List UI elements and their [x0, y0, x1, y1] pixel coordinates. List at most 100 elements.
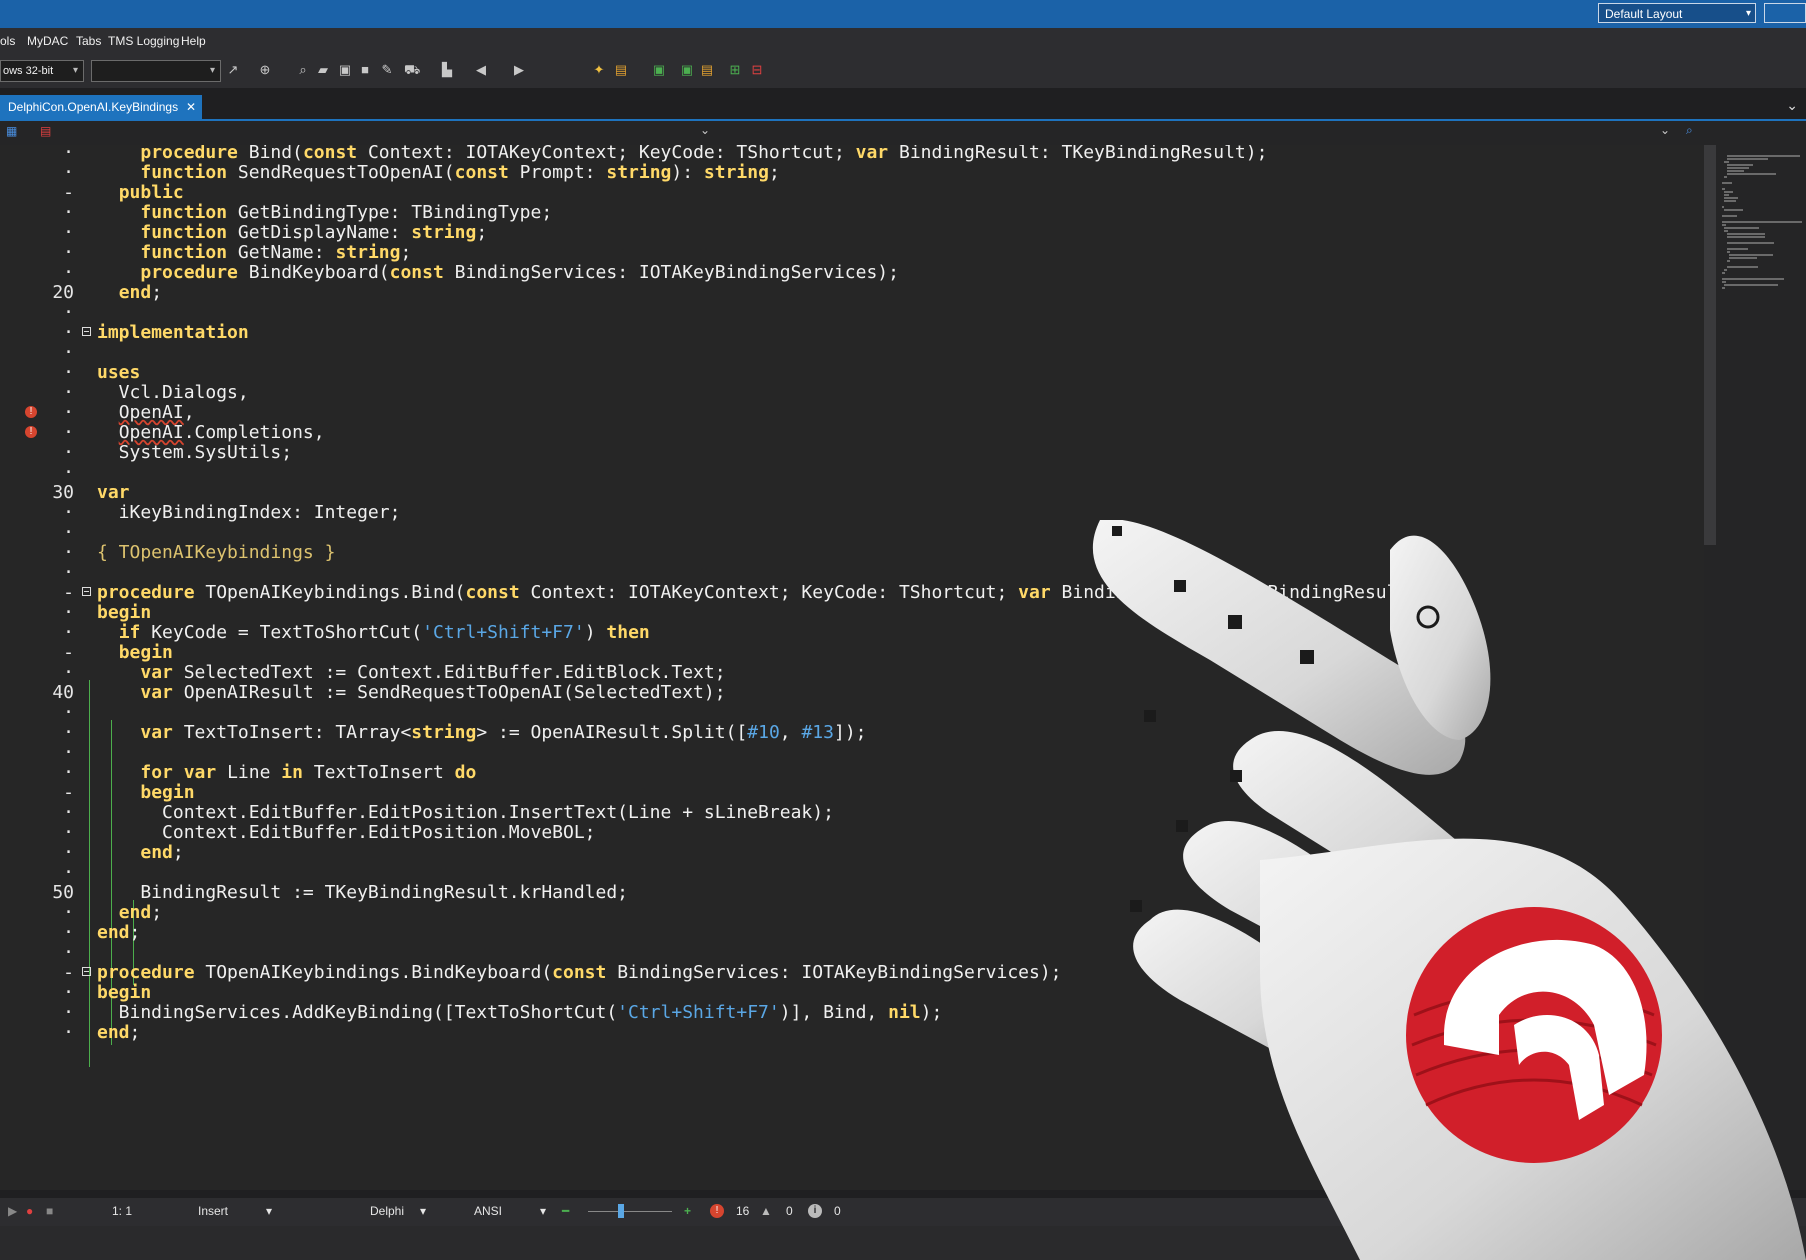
menu-help[interactable]: Help: [181, 34, 206, 48]
minimap-line: [1724, 176, 1728, 178]
minimap-line: [1726, 167, 1750, 169]
minimap-line: [1722, 224, 1726, 226]
layout-select-value: Default Layout: [1605, 7, 1683, 21]
zoom-slider[interactable]: [588, 1211, 672, 1212]
close-icon[interactable]: ✕: [186, 95, 196, 119]
warning-count: 0: [786, 1204, 793, 1218]
chevron-down-icon[interactable]: ▾: [420, 1204, 426, 1218]
chevron-down-icon: ▾: [209, 65, 215, 76]
minimap-line: [1722, 281, 1726, 283]
chevron-down-icon[interactable]: ⌄: [1660, 123, 1670, 137]
chevron-down-icon: ▾: [72, 65, 78, 76]
editor-toolbar: ▦ ▤ ⌄ ⌄ ⌕: [0, 121, 1806, 145]
chevron-down-icon[interactable]: ⌄: [700, 123, 710, 137]
config-combo[interactable]: ▾: [91, 60, 221, 82]
stop-icon[interactable]: ■: [358, 63, 372, 77]
minimap-line: [1722, 188, 1725, 190]
title-bar-button[interactable]: [1764, 3, 1806, 23]
error-count: 16: [736, 1204, 750, 1218]
tab-keybindings[interactable]: DelphiCon.OpenAI.KeyBindings ✕: [0, 95, 203, 119]
edit-mode[interactable]: Insert: [198, 1204, 228, 1218]
chevron-down-icon: ▾: [1745, 8, 1751, 19]
cursor-icon[interactable]: ↗: [226, 63, 240, 77]
zoom-slider-thumb[interactable]: [618, 1204, 624, 1218]
minimap-line: [1726, 173, 1776, 175]
add-to-project-icon[interactable]: ⊞: [728, 63, 742, 77]
minimap-line: [1722, 221, 1802, 223]
zoom-out-icon[interactable]: ━: [562, 1204, 569, 1218]
minimap-line: [1726, 233, 1765, 235]
stop-icon[interactable]: ■: [46, 1204, 53, 1218]
minimap-line: [1726, 164, 1754, 166]
record-icon[interactable]: ●: [26, 1204, 33, 1218]
layout-select[interactable]: Default Layout ▾: [1598, 3, 1756, 23]
minimap-line: [1722, 182, 1732, 184]
run-icon[interactable]: ▶: [8, 1204, 17, 1218]
minimap-line: [1722, 272, 1725, 274]
menu-tabs[interactable]: Tabs: [76, 34, 101, 48]
minimap-line: [1726, 236, 1765, 238]
chevron-down-icon[interactable]: ⌄: [1786, 97, 1798, 114]
code-text: end;: [97, 1022, 141, 1043]
minimap-line: [1724, 191, 1733, 193]
brush-icon[interactable]: ✎: [380, 63, 394, 77]
back-arrow-icon[interactable]: ◀: [474, 63, 488, 77]
chevron-down-icon[interactable]: ▾: [266, 1204, 272, 1218]
fold-toggle-icon[interactable]: [82, 967, 91, 976]
fold-toggle-icon[interactable]: [82, 327, 91, 336]
platform-combo[interactable]: ows 32-bit ▾: [0, 60, 84, 82]
minimap-line: [1724, 209, 1743, 211]
new-file-icon[interactable]: ✦: [592, 63, 606, 77]
menu-tools[interactable]: ols: [0, 34, 15, 48]
save-all-icon[interactable]: ▣: [680, 63, 694, 77]
forward-arrow-icon[interactable]: ▶: [512, 63, 526, 77]
file-icon[interactable]: ▤: [40, 124, 51, 138]
minimap-line: [1726, 158, 1769, 160]
minimap-line: [1726, 248, 1749, 250]
minimap-line: [1726, 266, 1759, 268]
search-icon[interactable]: ⌕: [296, 63, 310, 77]
minimap-line: [1724, 194, 1730, 196]
tab-label: DelphiCon.OpenAI.KeyBindings: [8, 100, 179, 114]
toolbar: ows 32-bit ▾ ▾ ↗ ⊕ ⌕ ▰ ▣ ■ ✎ ⛟ ▙ ◀ ▶ ✦ ▤…: [0, 55, 1806, 88]
save-icon[interactable]: ▣: [652, 63, 666, 77]
minimap-line: [1726, 260, 1730, 262]
minimap-line: [1722, 206, 1725, 208]
minimap-line: [1726, 251, 1731, 253]
stamp-icon[interactable]: ▙: [440, 63, 454, 77]
chevron-down-icon[interactable]: ▾: [540, 1204, 546, 1218]
globe-icon[interactable]: ⊕: [258, 63, 272, 77]
encoding-label[interactable]: ANSI: [474, 1204, 502, 1218]
minimap-line: [1722, 287, 1725, 289]
cart-icon[interactable]: ⛟: [404, 63, 420, 77]
zoom-in-icon[interactable]: +: [684, 1204, 691, 1218]
minimap-line: [1724, 284, 1778, 286]
minimap-line: [1724, 161, 1729, 163]
minimap-line: [1724, 227, 1759, 229]
menu-mydac[interactable]: MyDAC: [27, 34, 68, 48]
minimap-line: [1724, 200, 1736, 202]
warning-icon: ▲: [760, 1204, 772, 1218]
layers-icon[interactable]: ▣: [338, 63, 352, 77]
minimap-line: [1726, 155, 1800, 157]
cursor-position: 1: 1: [112, 1204, 133, 1218]
helmet-logo-icon: [1406, 907, 1662, 1163]
minimap-line: [1724, 197, 1738, 199]
remove-from-project-icon[interactable]: ⊟: [750, 63, 764, 77]
error-marker-icon[interactable]: !: [25, 426, 37, 438]
minimap-line: [1726, 242, 1774, 244]
search-icon[interactable]: ⌕: [1686, 123, 1693, 138]
fold-toggle-icon[interactable]: [82, 587, 91, 596]
menu-tms-logging[interactable]: TMS Logging: [108, 34, 179, 48]
language-label[interactable]: Delphi: [370, 1204, 404, 1218]
minimap-line: [1724, 269, 1728, 271]
library-icon[interactable]: ▰: [316, 63, 330, 77]
open-project-icon[interactable]: ▤: [700, 63, 714, 77]
minimap-line: [1729, 254, 1773, 256]
error-marker-icon[interactable]: !: [25, 406, 37, 418]
hint-count: 0: [834, 1204, 841, 1218]
structure-icon[interactable]: ▦: [6, 124, 17, 138]
scrollbar-thumb[interactable]: [1704, 145, 1716, 545]
line-number: ·: [63, 1022, 74, 1043]
open-folder-icon[interactable]: ▤: [614, 63, 628, 77]
